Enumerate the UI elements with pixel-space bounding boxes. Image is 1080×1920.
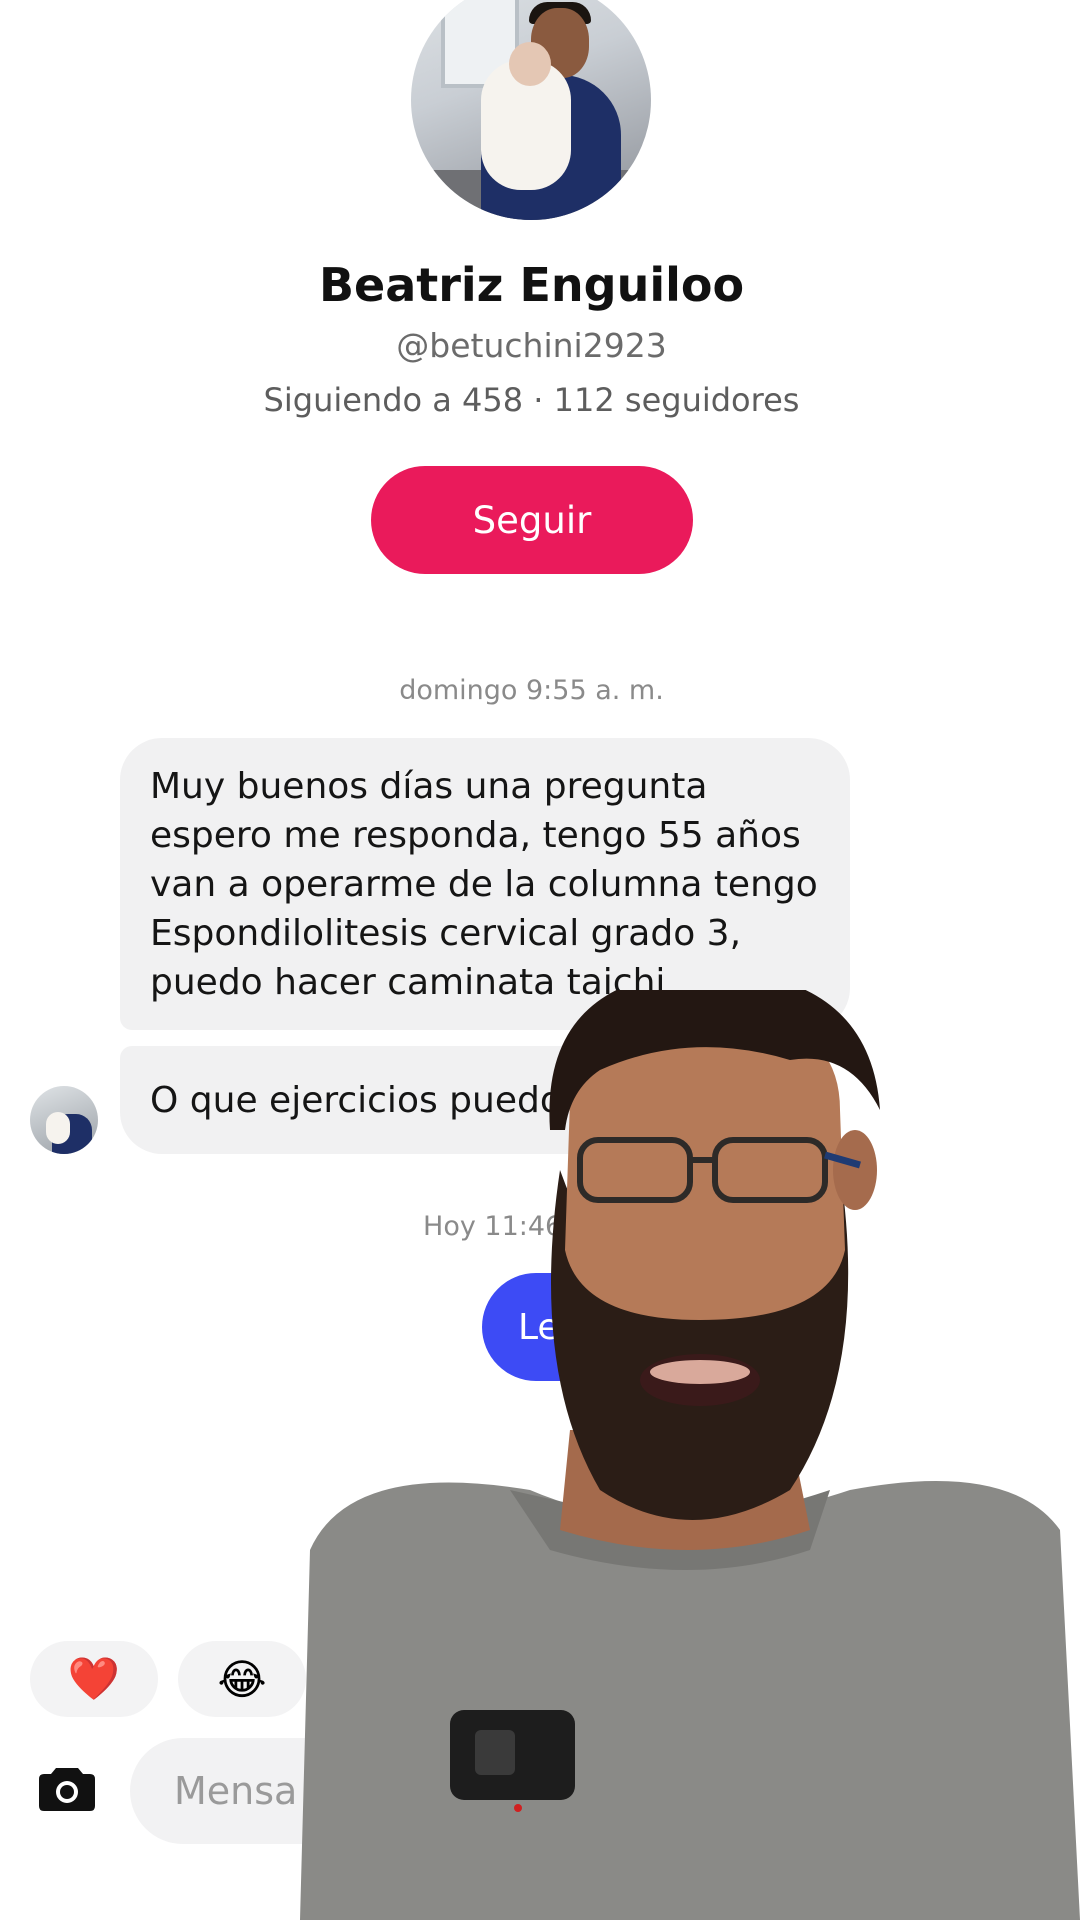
- profile-name: Beatriz Enguiloo: [318, 258, 745, 312]
- heart-icon: ❤️: [67, 1654, 121, 1703]
- presenter-video-overlay: [300, 990, 1080, 1920]
- profile-avatar[interactable]: [411, 0, 651, 220]
- message-line: Muy buenos días una pregunta: [150, 766, 708, 807]
- incoming-message[interactable]: Muy buenos días una pregunta espero me r…: [120, 738, 850, 1030]
- reaction-heart-button[interactable]: ❤️: [30, 1641, 158, 1717]
- laughing-emoji-icon: 😂: [217, 1654, 267, 1704]
- message-line: van a operarme de la columna tengo: [150, 864, 818, 905]
- follow-button[interactable]: Seguir: [371, 466, 693, 574]
- message-timestamp: domingo 9:55 a. m.: [399, 675, 664, 706]
- sender-avatar[interactable]: [30, 1086, 98, 1154]
- camera-icon: [39, 1768, 95, 1811]
- camera-button[interactable]: [38, 1766, 96, 1812]
- avatar-baby-head: [509, 42, 551, 86]
- sender-avatar-baby: [46, 1112, 70, 1144]
- profile-stats[interactable]: Siguiendo a 458 · 112 seguidores: [0, 381, 1063, 419]
- message-line: espero me responda, tengo 55 años: [150, 815, 801, 856]
- profile-handle: @betuchini2923: [396, 326, 667, 365]
- message-line: Espondilolitesis cervical grado 3,: [150, 913, 742, 954]
